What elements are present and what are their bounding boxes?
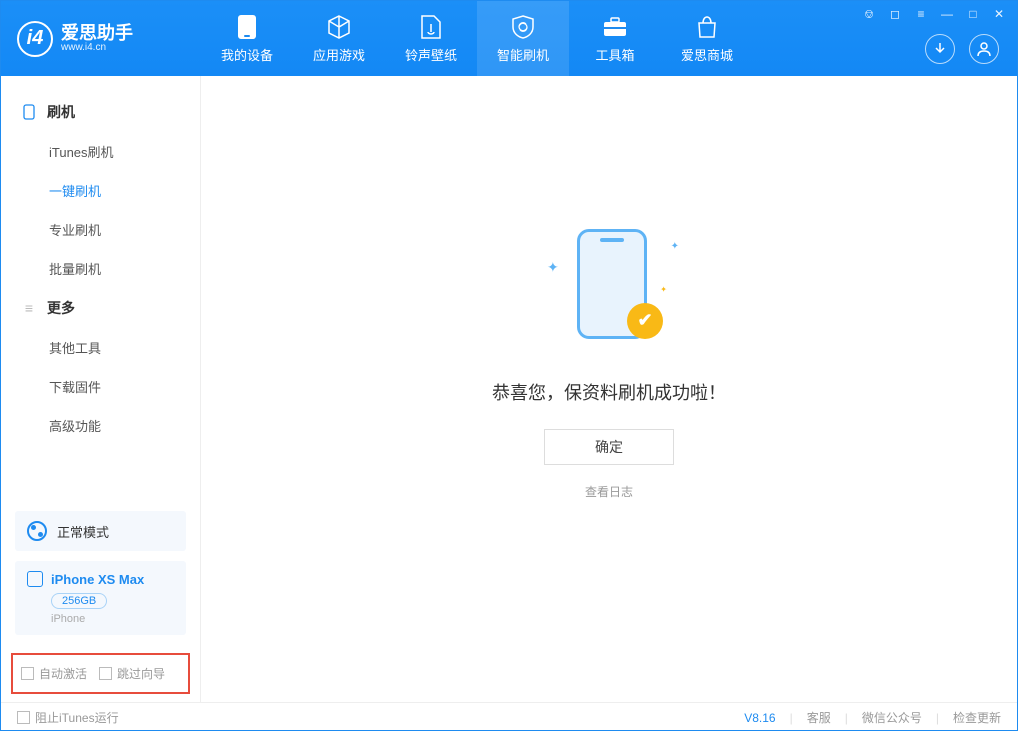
main-content: ✦ ✦ ✦ ✔ 恭喜您，保资料刷机成功啦！ 确定 查看日志 xyxy=(201,76,1017,702)
checkbox-skip-guide[interactable]: 跳过向导 xyxy=(99,665,165,682)
checkbox-block-itunes[interactable]: 阻止iTunes运行 xyxy=(17,709,119,726)
sparkle-icon: ✦ xyxy=(671,241,679,252)
sidebar-item-batch-flash[interactable]: 批量刷机 xyxy=(1,249,200,288)
sidebar-item-itunes-flash[interactable]: iTunes刷机 xyxy=(1,132,200,171)
device-box[interactable]: iPhone XS Max 256GB iPhone xyxy=(15,561,186,635)
app-subtitle: www.i4.cn xyxy=(61,42,133,53)
tab-label: 智能刷机 xyxy=(497,45,549,64)
checkbox-label: 跳过向导 xyxy=(117,665,165,682)
tab-label: 我的设备 xyxy=(221,45,273,64)
music-file-icon xyxy=(420,13,442,41)
device-type: iPhone xyxy=(51,613,174,625)
download-button[interactable] xyxy=(925,34,955,64)
app-logo-icon: i4 xyxy=(17,21,53,57)
mode-icon xyxy=(27,521,47,541)
sidebar-item-download-firmware[interactable]: 下载固件 xyxy=(1,367,200,406)
sparkle-icon: ✦ xyxy=(660,285,667,294)
sidebar-item-one-click-flash[interactable]: 一键刷机 xyxy=(1,171,200,210)
checkbox-label: 自动激活 xyxy=(39,665,87,682)
check-update-link[interactable]: 检查更新 xyxy=(953,709,1001,726)
bag-icon xyxy=(695,13,719,41)
minimize-button[interactable]: — xyxy=(939,7,955,22)
check-badge-icon: ✔ xyxy=(627,303,663,339)
close-button[interactable]: ✕ xyxy=(991,7,1007,22)
cube-icon xyxy=(326,13,352,41)
sidebar-scroll: 刷机 iTunes刷机 一键刷机 专业刷机 批量刷机 ≡ 更多 其他工具 下载固… xyxy=(1,76,200,501)
separator: | xyxy=(936,711,939,725)
group-title: 刷机 xyxy=(47,102,75,122)
options-highlight: 自动激活 跳过向导 xyxy=(11,653,190,694)
phone-icon xyxy=(21,104,37,120)
sidebar-item-other-tools[interactable]: 其他工具 xyxy=(1,328,200,367)
success-illustration: ✦ ✦ ✦ ✔ xyxy=(539,219,679,349)
logo-area: i4 爱思助手 www.i4.cn xyxy=(1,21,201,57)
tab-store[interactable]: 爱思商城 xyxy=(661,1,753,76)
tshirt-icon[interactable]: ⎊ xyxy=(861,7,877,22)
sidebar-item-pro-flash[interactable]: 专业刷机 xyxy=(1,210,200,249)
device-icon xyxy=(237,13,257,41)
tab-smart-flash[interactable]: 智能刷机 xyxy=(477,1,569,76)
sidebar-group-more[interactable]: ≡ 更多 xyxy=(1,288,200,328)
toolbox-icon xyxy=(602,13,628,41)
tab-label: 铃声壁纸 xyxy=(405,45,457,64)
nav-tabs: 我的设备 应用游戏 铃声壁纸 智能刷机 工具箱 爱思商城 xyxy=(201,1,753,76)
list-icon: ≡ xyxy=(21,300,37,316)
tab-my-device[interactable]: 我的设备 xyxy=(201,1,293,76)
support-link[interactable]: 客服 xyxy=(807,709,831,726)
footer-right: V8.16 | 客服 | 微信公众号 | 检查更新 xyxy=(744,709,1001,726)
tab-label: 爱思商城 xyxy=(681,45,733,64)
checkbox-box xyxy=(99,667,112,680)
device-capacity: 256GB xyxy=(51,593,107,609)
cube-small-icon[interactable]: ◻ xyxy=(887,7,903,22)
tab-apps-games[interactable]: 应用游戏 xyxy=(293,1,385,76)
window-controls: ⎊ ◻ ≡ — □ ✕ xyxy=(861,7,1007,22)
mode-box[interactable]: 正常模式 xyxy=(15,511,186,551)
user-button[interactable] xyxy=(969,34,999,64)
wechat-link[interactable]: 微信公众号 xyxy=(862,709,922,726)
separator: | xyxy=(790,711,793,725)
header-actions xyxy=(925,34,999,64)
logo-text: 爱思助手 www.i4.cn xyxy=(61,24,133,53)
shield-sync-icon xyxy=(510,13,536,41)
sidebar: 刷机 iTunes刷机 一键刷机 专业刷机 批量刷机 ≡ 更多 其他工具 下载固… xyxy=(1,76,201,702)
tab-ringtones[interactable]: 铃声壁纸 xyxy=(385,1,477,76)
app-title: 爱思助手 xyxy=(61,24,133,42)
view-log-link[interactable]: 查看日志 xyxy=(585,483,633,500)
group-title: 更多 xyxy=(47,298,75,318)
checkbox-box xyxy=(21,667,34,680)
footer: 阻止iTunes运行 V8.16 | 客服 | 微信公众号 | 检查更新 xyxy=(1,702,1017,732)
device-phone-icon xyxy=(27,571,43,587)
checkbox-label: 阻止iTunes运行 xyxy=(35,709,119,726)
checkbox-auto-activate[interactable]: 自动激活 xyxy=(21,665,87,682)
maximize-button[interactable]: □ xyxy=(965,7,981,22)
separator: | xyxy=(845,711,848,725)
mode-label: 正常模式 xyxy=(57,522,109,541)
sparkle-icon: ✦ xyxy=(547,259,559,276)
version-label: V8.16 xyxy=(744,711,775,725)
tab-label: 工具箱 xyxy=(595,45,634,64)
body: 刷机 iTunes刷机 一键刷机 专业刷机 批量刷机 ≡ 更多 其他工具 下载固… xyxy=(1,76,1017,702)
menu-icon[interactable]: ≡ xyxy=(913,7,929,22)
success-message: 恭喜您，保资料刷机成功啦！ xyxy=(492,379,726,405)
sidebar-group-flash[interactable]: 刷机 xyxy=(1,92,200,132)
ok-button[interactable]: 确定 xyxy=(544,429,674,465)
tab-label: 应用游戏 xyxy=(313,45,365,64)
app-header: i4 爱思助手 www.i4.cn 我的设备 应用游戏 铃声壁纸 智能刷机 工具… xyxy=(1,1,1017,76)
tab-toolbox[interactable]: 工具箱 xyxy=(569,1,661,76)
checkbox-box xyxy=(17,711,30,724)
device-name: iPhone XS Max xyxy=(51,572,144,587)
sidebar-item-advanced[interactable]: 高级功能 xyxy=(1,406,200,445)
